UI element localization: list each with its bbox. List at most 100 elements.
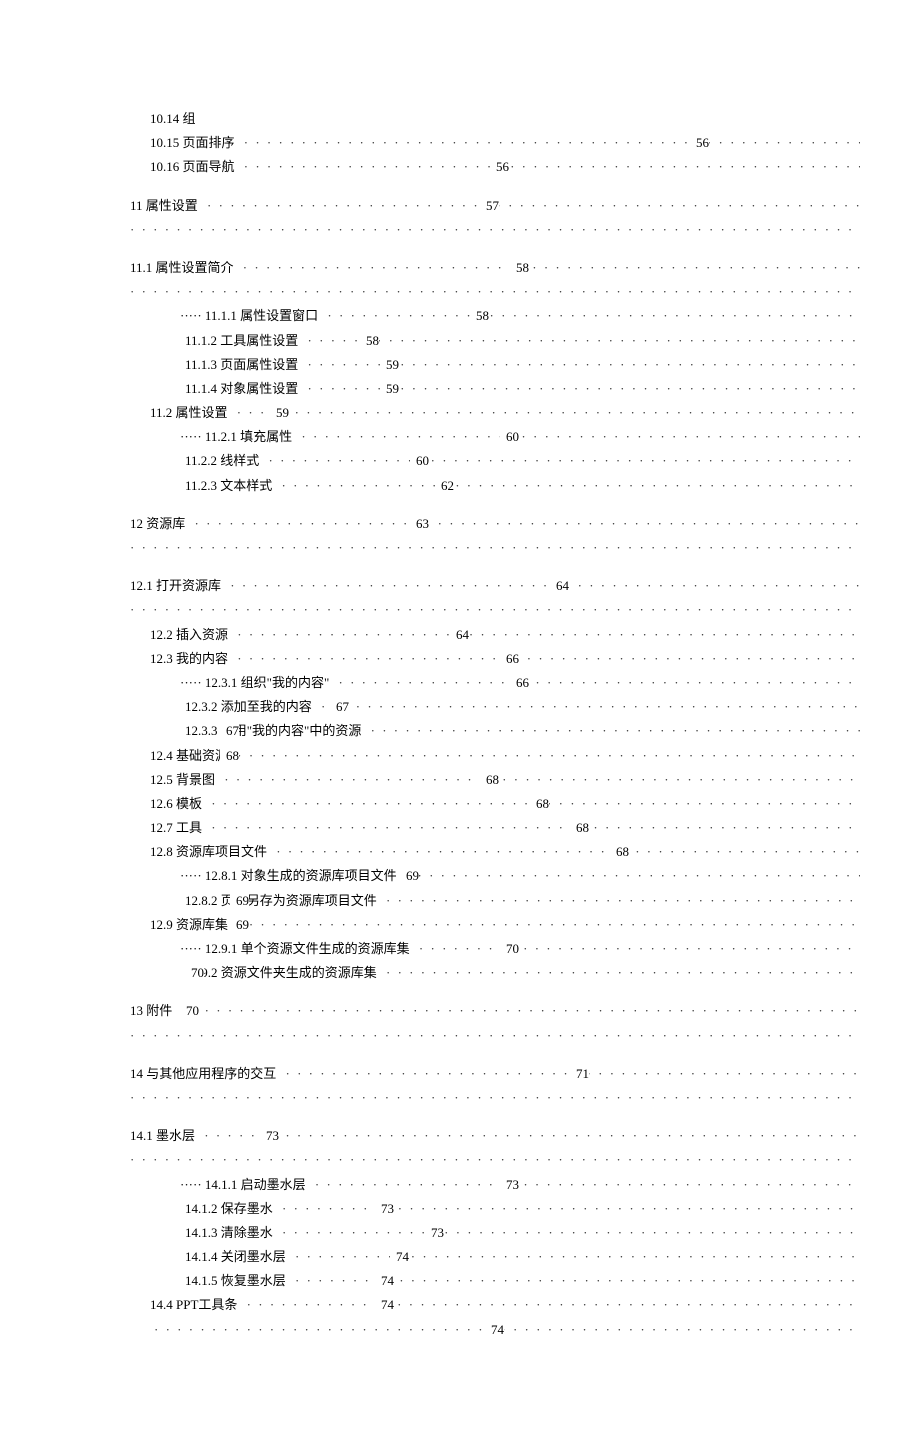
toc-leader-dots: · · · · · · · · · · · · · · · · · · · · …: [333, 675, 860, 690]
toc-label: ····· 12.3.1 组织"我的内容": [180, 675, 333, 690]
toc-page-number: 68: [220, 747, 239, 765]
toc-page-number: 74: [390, 1248, 409, 1266]
toc-entry: ····· 12.3.1 组织"我的内容" 66 · · · · · · · ·…: [130, 674, 860, 692]
toc-leader-dots: · · · · · · · · · · · · · · · · · · · · …: [232, 627, 860, 642]
toc-leader-dots: · · · · · · · · · · · · · · · · · · · · …: [277, 1225, 860, 1240]
toc-label: 14.4 PPT工具条: [150, 1297, 241, 1312]
toc-page-number: 68: [480, 771, 499, 789]
toc-leader-dots: · · · · · · · · · · · · · · · · · · · · …: [296, 429, 860, 444]
toc-page-number: 62: [435, 477, 454, 495]
toc-leader-dots: · · · · · · · · · · · · · · · · · · · · …: [154, 1322, 860, 1337]
toc-page-number: 64: [450, 626, 469, 644]
toc-leader-extra: · · · · · · · · · · · · · · · · · · · · …: [130, 221, 860, 239]
toc-leader-dots: · · · · · · · · · · · · · · · · · · · · …: [381, 893, 860, 908]
toc-label: 12.8 资源库项目文件: [150, 844, 271, 859]
section-gap: [130, 563, 860, 577]
toc-leader-dots: · · · · · · · · · · · · · · · · · · · · …: [225, 578, 860, 593]
toc-entry: 12.3 我的内容 66 · · · · · · · · · · · · · ·…: [130, 650, 860, 668]
toc-page-number: 70: [180, 1002, 199, 1020]
toc-entry: 11.1.4 对象属性设置 59 · · · · · · · · · · · ·…: [130, 380, 860, 398]
toc-leader-extra: · · · · · · · · · · · · · · · · · · · · …: [130, 1027, 860, 1045]
toc-label: 11.1.4 对象属性设置: [185, 381, 302, 396]
toc-label: 12.6 模板: [150, 796, 206, 811]
toc-leader-dots: · · · · · · · · · · · · · · · · · · · · …: [241, 1297, 860, 1312]
toc-leader-dots: · · · · · · · · · · · · · · · · · · · · …: [239, 135, 860, 150]
toc-label: 12.3.3 使用"我的内容"中的资源: [185, 723, 365, 738]
toc-entry: 12 资源库 63 · · · · · · · · · · · · · · · …: [130, 515, 860, 533]
toc-page-number: 74: [375, 1272, 394, 1290]
toc-entry: ····· 12.9.1 单个资源文件生成的资源库集 70 · · · · · …: [130, 940, 860, 958]
toc-label: 12.3 我的内容: [150, 651, 232, 666]
toc-leader-dots: · · · · · · · · · · · · · · · · · · · · …: [277, 1201, 860, 1216]
toc-label: 13 附件: [130, 1003, 176, 1018]
toc-entry: 12.3.2 添加至我的内容 67 · · · · · · · · · · · …: [130, 698, 860, 716]
toc-leader-dots: · · · · · · · · · · · · · · · · · · · · …: [189, 516, 860, 531]
section-gap: [130, 988, 860, 1002]
toc-entry: 12.4 基础资源 68 · · · · · · · · · · · · · ·…: [130, 747, 860, 765]
toc-page-number: 73: [425, 1224, 444, 1242]
toc-page-number: 59: [380, 380, 399, 398]
toc-entry: 12.8.2 页面另存为资源库项目文件 69 · · · · · · · · ·…: [130, 892, 860, 910]
toc-page-number: 70: [500, 940, 519, 958]
toc-page-number: 67: [220, 722, 239, 740]
toc-entry: 74 · · · · · · · · · · · · · · · · · · ·…: [130, 1321, 860, 1339]
toc-label: 14.1.4 关闭墨水层: [185, 1249, 290, 1264]
toc-page-number: 73: [500, 1176, 519, 1194]
section-gap: [130, 1051, 860, 1065]
toc-entry: ····· 12.8.1 对象生成的资源库项目文件 69 · · · · · ·…: [130, 867, 860, 885]
toc-page-number: 57: [480, 197, 499, 215]
toc-entry: 11.1.3 页面属性设置 59 · · · · · · · · · · · ·…: [130, 356, 860, 374]
toc-entry: 10.16 页面导航 56 · · · · · · · · · · · · · …: [130, 158, 860, 176]
toc-page-number: 60: [500, 428, 519, 446]
toc-entry: 12.8 资源库项目文件 68 · · · · · · · · · · · · …: [130, 843, 860, 861]
toc-page-number: 66: [500, 650, 519, 668]
toc-leader-dots: · · · · · · · · · · · · · · · · · · · · …: [310, 1177, 860, 1192]
toc-leader-dots: · · · · · · · · · · · · · · · · · · · · …: [232, 405, 860, 420]
toc-entry: ····· 11.2.1 填充属性 60 · · · · · · · · · ·…: [130, 428, 860, 446]
toc-leader-dots: · · · · · · · · · · · · · · · · · · · · …: [316, 699, 860, 714]
toc-entry: 11.1.2 工具属性设置 58 · · · · · · · · · · · ·…: [130, 332, 860, 350]
toc-entry: 14.1.5 恢复墨水层 74 · · · · · · · · · · · · …: [130, 1272, 860, 1290]
toc-label: ····· 14.1.1 启动墨水层: [180, 1177, 310, 1192]
toc-leader-dots: · · · · · · · · · · · · · · · · · · · · …: [239, 159, 860, 174]
toc-page-number: 68: [610, 843, 629, 861]
toc-leader-dots: · · · · · · · · · · · · · · · · · · · · …: [381, 965, 860, 980]
toc-leader-dots: · · · · · · · · · · · · · · · · · · · · …: [199, 1128, 860, 1143]
toc-leader-dots: · · · · · · · · · · · · · · · · · · · · …: [401, 868, 860, 883]
toc-leader-dots: · · · · · · · · · · · · · · · · · · · · …: [322, 308, 860, 323]
toc-page-number: 69: [230, 892, 249, 910]
toc-entry: 14.4 PPT工具条 74 · · · · · · · · · · · · ·…: [130, 1296, 860, 1314]
toc-leader-extra: · · · · · · · · · · · · · · · · · · · · …: [130, 539, 860, 557]
toc-label: ····· 11.1.1 属性设置窗口: [180, 308, 322, 323]
toc-page-number: 69: [400, 867, 419, 885]
toc-page-number: 56: [490, 158, 509, 176]
toc-page-number: 74: [485, 1321, 504, 1339]
toc-leader-dots: · · · · · · · · · · · · · · · · · · · · …: [271, 844, 860, 859]
toc-label: 12 资源库: [130, 516, 189, 531]
toc-label: 11.1.2 工具属性设置: [185, 333, 302, 348]
toc-page-number: 59: [380, 356, 399, 374]
toc-leader-dots: · · · · · · · · · · · · · · · · · · · · …: [219, 772, 860, 787]
toc-entry: 12.6 模板 68 · · · · · · · · · · · · · · ·…: [130, 795, 860, 813]
toc-label: 12.7 工具: [150, 820, 206, 835]
toc-page-number: 58: [470, 307, 489, 325]
toc-leader-dots: · · · · · · · · · · · · · · · · · · · · …: [238, 260, 860, 275]
toc-leader-dots: · · · · · · · · · · · · · · · · · · · · …: [290, 1249, 860, 1264]
toc-entry: ····· 14.1.1 启动墨水层 73 · · · · · · · · · …: [130, 1176, 860, 1194]
toc-label: 14.1.2 保存墨水: [185, 1201, 277, 1216]
toc-entry: 12.3.3 使用"我的内容"中的资源 67 · · · · · · · · ·…: [130, 722, 860, 740]
toc-page-number: 59: [270, 404, 289, 422]
section-gap: [130, 501, 860, 515]
toc-label: 10.15 页面排序: [150, 135, 239, 150]
toc-page-number: 74: [375, 1296, 394, 1314]
toc-leader-dots: · · · · · · · · · · · · · · · · · · · · …: [232, 748, 860, 763]
toc-label: 12.9 资源库集: [150, 917, 232, 932]
toc-entry: 14.1.4 关闭墨水层 74 · · · · · · · · · · · · …: [130, 1248, 860, 1266]
toc-label: 12.9.2 资源文件夹生成的资源库集: [185, 965, 381, 980]
toc-entry: 10.14 组: [130, 110, 860, 128]
toc-entry: ····· 11.1.1 属性设置窗口 58 · · · · · · · · ·…: [130, 307, 860, 325]
toc-page-number: 67: [330, 698, 349, 716]
toc-leader-extra: · · · · · · · · · · · · · · · · · · · · …: [130, 283, 860, 301]
toc-label: 10.14 组: [150, 111, 196, 126]
toc-entry: 14.1.2 保存墨水 73 · · · · · · · · · · · · ·…: [130, 1200, 860, 1218]
